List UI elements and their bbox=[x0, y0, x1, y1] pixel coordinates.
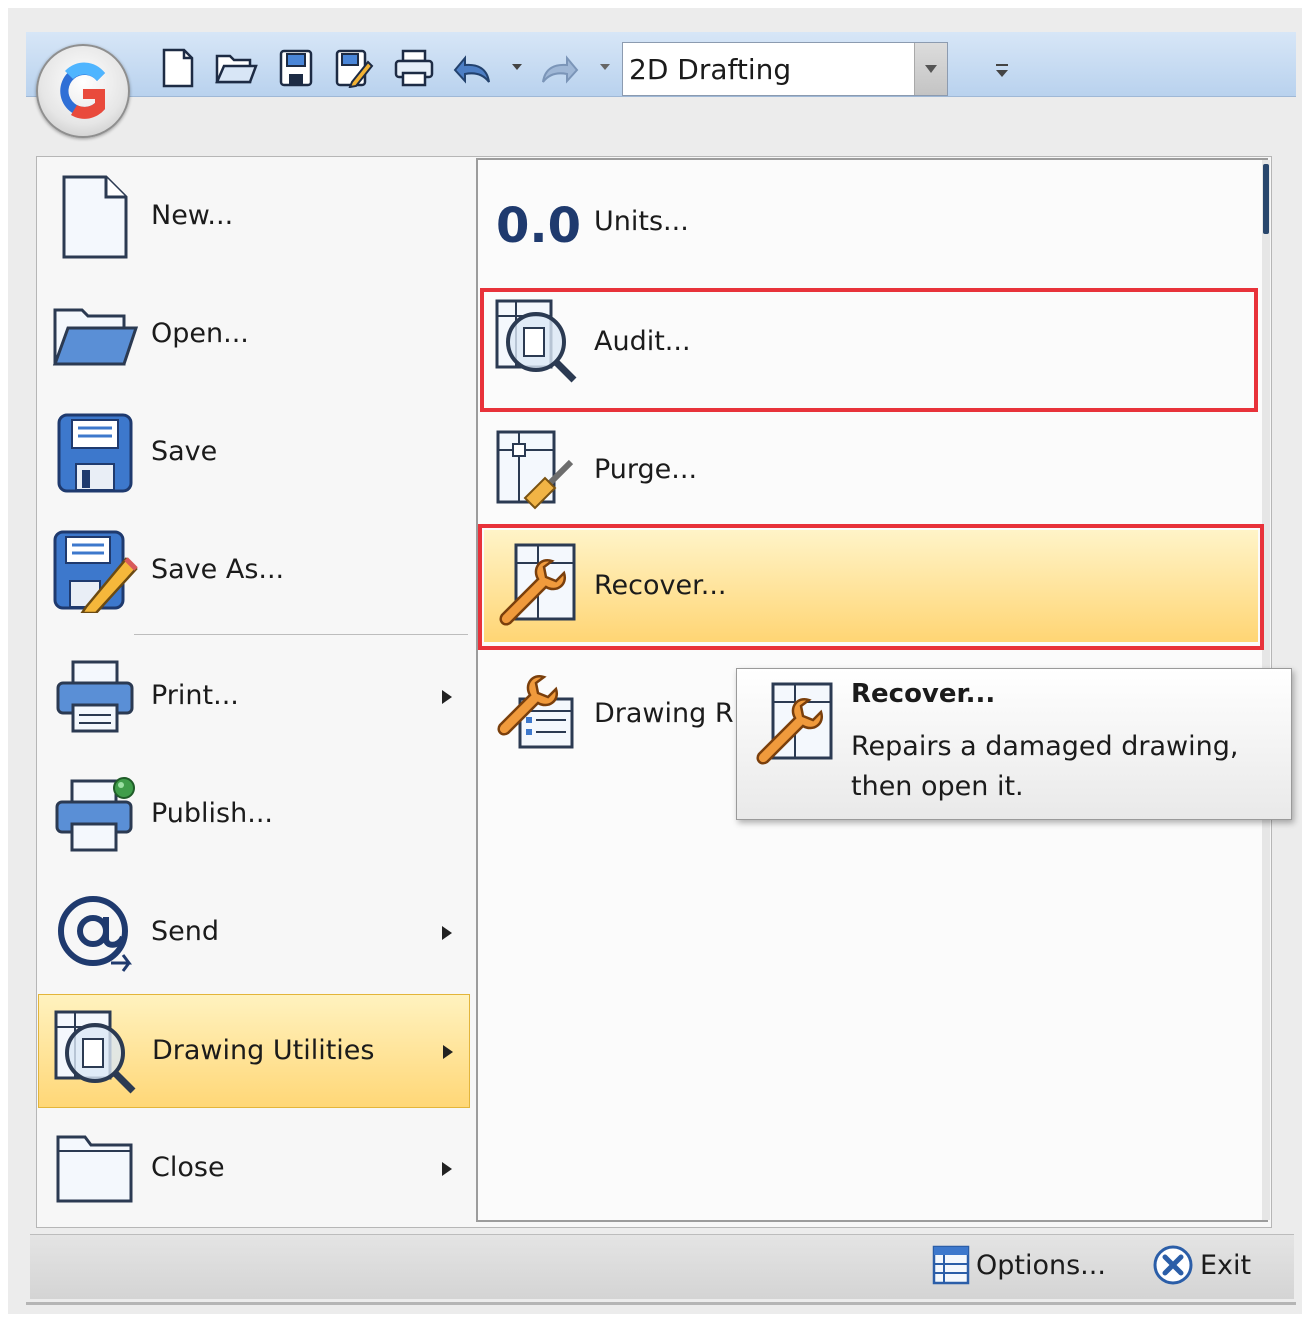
workspace-value: 2D Drafting bbox=[629, 53, 792, 86]
menu-item-send[interactable]: Send bbox=[38, 876, 470, 990]
tooltip-title: Recover... bbox=[851, 679, 996, 709]
menu-item-label: Send bbox=[151, 916, 220, 947]
submenu-arrow-icon bbox=[442, 1162, 452, 1176]
printer-icon bbox=[52, 654, 138, 740]
menu-item-save[interactable]: Save bbox=[38, 396, 470, 510]
qat-print-icon[interactable] bbox=[392, 46, 436, 90]
qat-undo-icon[interactable] bbox=[450, 46, 494, 90]
menu-separator bbox=[134, 634, 468, 635]
qat-save-icon[interactable] bbox=[274, 46, 318, 90]
workspace-dropdown-icon[interactable] bbox=[914, 43, 947, 95]
qat-open-icon[interactable] bbox=[214, 46, 258, 90]
new-document-icon bbox=[52, 174, 138, 260]
application-menu-button[interactable] bbox=[36, 44, 130, 138]
submenu-item-label: Units... bbox=[594, 206, 689, 237]
options-button[interactable]: Options... bbox=[932, 1242, 1106, 1288]
menu-item-close[interactable]: Close bbox=[38, 1112, 470, 1226]
menu-item-drawing-utilities[interactable]: Drawing Utilities bbox=[38, 994, 470, 1108]
footer-divider bbox=[26, 1302, 1296, 1305]
qat-new-icon[interactable] bbox=[156, 46, 200, 90]
qat-save-as-icon[interactable] bbox=[332, 46, 376, 90]
submenu-item-purge[interactable]: Purge... bbox=[480, 412, 1262, 530]
undo-dropdown-icon[interactable] bbox=[510, 60, 524, 74]
menu-item-publish[interactable]: Publish... bbox=[38, 758, 470, 872]
workspace-select[interactable]: 2D Drafting bbox=[622, 42, 948, 96]
menu-item-new[interactable]: New... bbox=[38, 160, 470, 274]
exit-label: Exit bbox=[1200, 1249, 1252, 1281]
submenu-scrollbar-thumb[interactable] bbox=[1263, 164, 1269, 234]
options-list-icon bbox=[932, 1245, 970, 1285]
exit-button[interactable]: Exit bbox=[1152, 1242, 1251, 1288]
recover-highlight-outline bbox=[478, 524, 1264, 650]
menu-item-label: Save As... bbox=[151, 554, 285, 585]
open-folder-icon bbox=[52, 292, 138, 378]
customize-toolbar-icon[interactable] bbox=[990, 58, 1014, 82]
at-send-icon bbox=[52, 890, 138, 976]
exit-x-icon bbox=[1153, 1245, 1193, 1285]
save-as-pencil-icon bbox=[52, 528, 138, 614]
menu-item-label: Print... bbox=[151, 680, 239, 711]
submenu-arrow-icon bbox=[442, 690, 452, 704]
menu-item-label: New... bbox=[151, 200, 234, 231]
close-folder-icon bbox=[52, 1126, 138, 1212]
menu-item-save-as[interactable]: Save As... bbox=[38, 514, 470, 628]
qat-redo-icon[interactable] bbox=[538, 46, 582, 90]
menu-item-label: Publish... bbox=[151, 798, 273, 829]
menu-item-label: Close bbox=[151, 1152, 225, 1183]
drawing-recovery-icon bbox=[494, 668, 580, 758]
submenu-arrow-icon bbox=[443, 1045, 453, 1059]
audit-highlight-outline bbox=[480, 288, 1258, 412]
submenu-item-label: Drawing R bbox=[594, 698, 734, 729]
purge-broom-icon bbox=[494, 424, 580, 514]
menu-item-open[interactable]: Open... bbox=[38, 278, 470, 392]
submenu-item-units[interactable]: 0.0 Units... bbox=[480, 164, 1262, 282]
tooltip-description: Repairs a damaged drawing, then open it. bbox=[851, 731, 1239, 802]
publish-printer-icon bbox=[52, 772, 138, 858]
submenu-item-label: Purge... bbox=[594, 454, 698, 485]
recover-wrench-icon bbox=[751, 679, 837, 769]
recover-tooltip: Recover... Repairs a damaged drawing, th… bbox=[736, 668, 1292, 820]
drawing-utilities-icon bbox=[53, 1009, 139, 1095]
menu-item-label: Save bbox=[151, 436, 218, 467]
save-floppy-icon bbox=[52, 410, 138, 496]
submenu-arrow-icon bbox=[442, 926, 452, 940]
menu-item-print[interactable]: Print... bbox=[38, 640, 470, 754]
redo-dropdown-icon[interactable] bbox=[598, 60, 612, 74]
units-icon: 0.0 bbox=[496, 198, 582, 254]
app-logo-icon bbox=[60, 62, 105, 119]
options-label: Options... bbox=[976, 1249, 1106, 1281]
menu-item-label: Open... bbox=[151, 318, 249, 349]
menu-item-label: Drawing Utilities bbox=[152, 1035, 375, 1066]
